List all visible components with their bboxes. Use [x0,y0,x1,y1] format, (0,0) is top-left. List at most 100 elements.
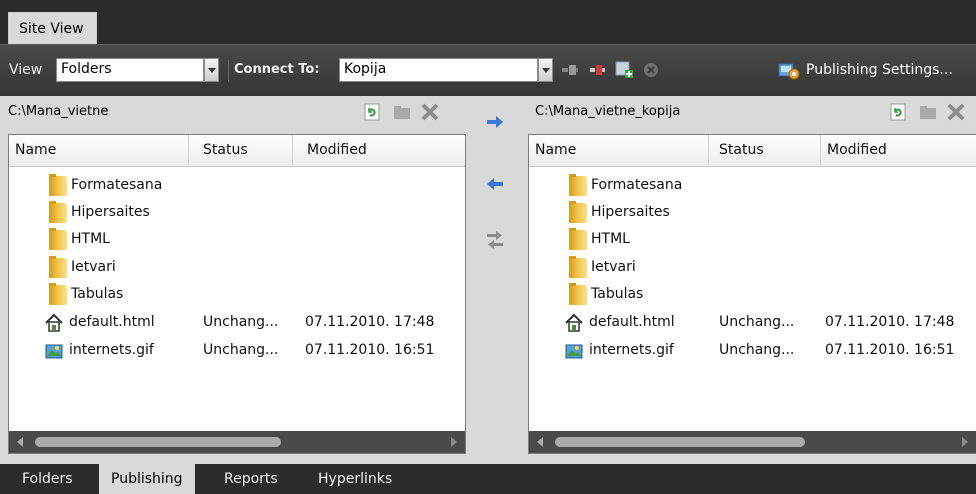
connect-to-select[interactable]: Kopija [339,58,538,82]
delete-icon[interactable] [420,102,440,122]
item-name: Ietvari [71,259,116,275]
tab-site-view[interactable]: Site View [8,12,97,45]
list-item[interactable]: Formatesana [9,173,465,199]
item-status: Unchang... [719,314,795,330]
tab-folders[interactable]: Folders [10,464,85,494]
column-header-name[interactable]: Name [529,135,709,167]
item-name: HTML [591,231,630,247]
item-name: Tabulas [591,286,644,302]
connect-icon[interactable] [560,60,580,80]
refresh-icon[interactable] [888,102,908,122]
local-file-list[interactable]: Name Status Modified Formatesana Hipersa… [8,134,466,454]
folder-icon [49,283,67,305]
publishing-settings-label: Publishing Settings... [806,62,953,78]
home-page-icon [565,313,583,332]
view-dropdown-button[interactable] [204,58,219,82]
scroll-thumb[interactable] [35,437,281,447]
folder-icon [49,228,67,250]
list-item[interactable]: Hipersaites [9,200,465,226]
item-status: Unchang... [203,314,279,330]
toolbar-divider [228,60,229,82]
item-name: Ietvari [591,259,636,275]
view-tabs: Folders Publishing Reports Hyperlinks [0,464,976,494]
new-folder-icon[interactable] [392,102,412,122]
home-page-icon [45,313,63,332]
new-folder-icon[interactable] [918,102,938,122]
image-file-icon [565,344,583,359]
list-item[interactable]: Formatesana [529,173,976,199]
delete-icon[interactable] [946,102,966,122]
item-modified: 07.11.2010. 16:51 [825,342,955,358]
list-item[interactable]: HTML [9,227,465,253]
folder-icon [49,201,67,223]
item-status: Unchang... [719,342,795,358]
connect-to-label: Connect To: [234,62,320,77]
column-header-status[interactable]: Status [713,135,821,167]
item-name: internets.gif [69,342,154,358]
list-item[interactable]: HTML [529,227,976,253]
item-name: Hipersaites [591,204,670,220]
list-item[interactable]: internets.gif Unchang... 07.11.2010. 16:… [9,338,465,364]
folder-icon [569,283,587,305]
folder-icon [49,174,67,196]
remote-file-list[interactable]: Name Status Modified Formatesana Hipersa… [528,134,976,454]
publishing-settings-button[interactable]: Publishing Settings... [778,58,953,84]
list-item[interactable]: Tabulas [529,282,976,308]
column-header-status[interactable]: Status [197,135,293,167]
publish-left-arrow-icon[interactable] [484,176,506,192]
publish-right-arrow-icon[interactable] [484,114,506,130]
item-status: Unchang... [203,342,279,358]
image-file-icon [45,344,63,359]
list-item[interactable]: default.html Unchang... 07.11.2010. 17:4… [529,310,976,336]
list-item[interactable]: Ietvari [9,255,465,281]
connect-to-dropdown-button[interactable] [538,58,553,82]
item-modified: 07.11.2010. 17:48 [825,314,955,330]
item-name: Formatesana [71,177,163,193]
folder-icon [569,256,587,278]
column-header-modified[interactable]: Modified [301,135,467,167]
refresh-icon[interactable] [362,102,382,122]
local-horizontal-scrollbar[interactable] [9,431,465,453]
scroll-right-arrow[interactable] [451,437,457,447]
item-name: default.html [589,314,675,330]
remote-list-header: Name Status Modified [529,135,976,167]
local-list-header: Name Status Modified [9,135,465,167]
tab-reports[interactable]: Reports [212,464,290,494]
publishing-panes: C:\Mana_vietne Name Status Modified Form… [0,96,976,464]
scroll-right-arrow[interactable] [962,437,968,447]
scroll-thumb[interactable] [555,437,805,447]
item-name: default.html [69,314,155,330]
remote-pane-tools [888,100,976,124]
view-label: View [9,62,43,78]
folder-icon [49,256,67,278]
item-name: Hipersaites [71,204,150,220]
item-name: HTML [71,231,110,247]
item-name: internets.gif [589,342,674,358]
tab-hyperlinks[interactable]: Hyperlinks [306,464,404,494]
local-pane-tools [362,100,462,124]
add-site-icon[interactable] [614,60,634,80]
stop-icon[interactable] [641,60,661,80]
scroll-left-arrow[interactable] [17,437,23,447]
remote-path: C:\Mana_vietne_kopija [535,104,681,119]
tab-publishing[interactable]: Publishing [99,464,195,494]
list-item[interactable]: Tabulas [9,282,465,308]
folder-icon [569,228,587,250]
scroll-left-arrow[interactable] [537,437,543,447]
disconnect-icon[interactable] [588,60,608,80]
list-item[interactable]: Ietvari [529,255,976,281]
remote-horizontal-scrollbar[interactable] [529,431,976,453]
synchronize-icon[interactable] [484,230,506,250]
folder-icon [569,174,587,196]
view-select[interactable]: Folders [56,58,204,82]
list-item[interactable]: Hipersaites [529,200,976,226]
item-modified: 07.11.2010. 16:51 [305,342,435,358]
column-header-name[interactable]: Name [9,135,189,167]
list-item[interactable]: default.html Unchang... 07.11.2010. 17:4… [9,310,465,336]
item-name: Formatesana [591,177,683,193]
list-item[interactable]: internets.gif Unchang... 07.11.2010. 16:… [529,338,976,364]
folder-icon [569,201,587,223]
top-tab-strip: Site View [0,0,976,45]
publishing-toolbar: View Folders Connect To: Kopija Publishi… [0,44,976,96]
column-header-modified[interactable]: Modified [821,135,976,167]
